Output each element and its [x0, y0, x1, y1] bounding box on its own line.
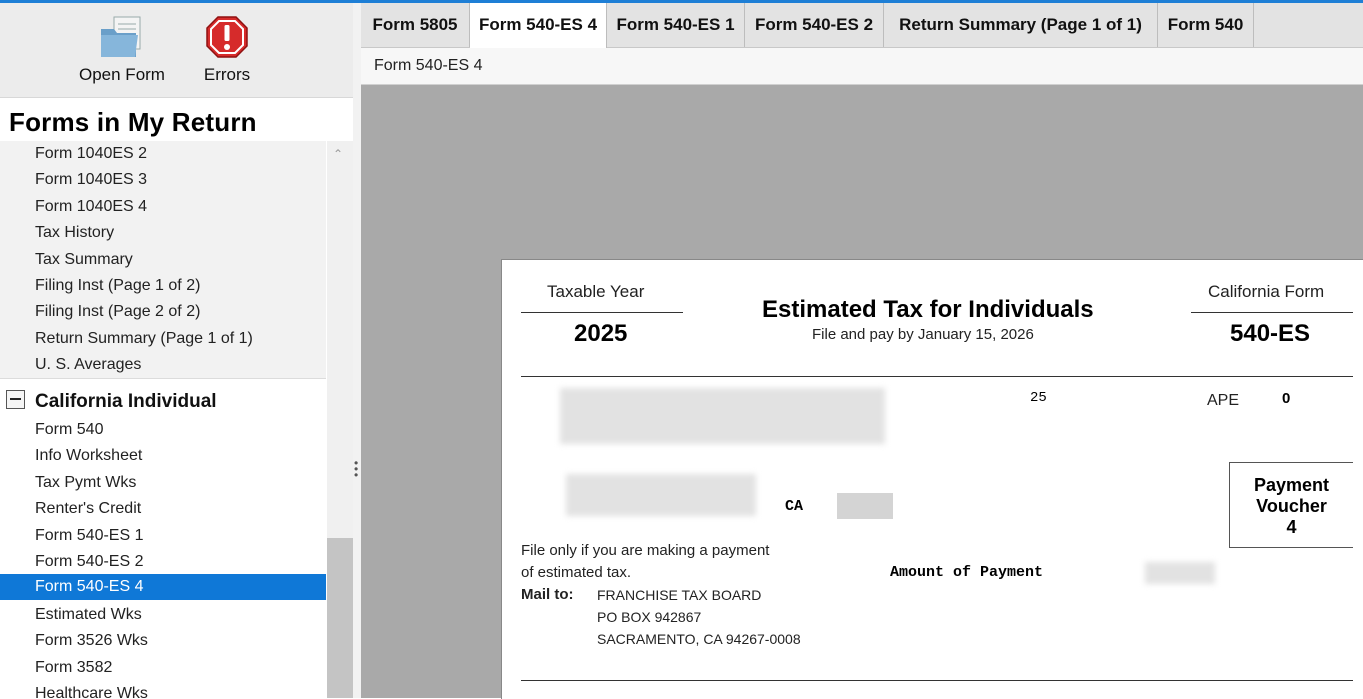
tree-item[interactable]: Form 540-ES 1	[35, 523, 143, 549]
voucher-line2: Voucher	[1256, 496, 1327, 516]
tree-item[interactable]: Form 540-ES 2	[35, 549, 143, 575]
payment-voucher-box: Payment Voucher 4	[1229, 462, 1353, 548]
tree-item[interactable]: Tax Pymt Wks	[35, 470, 136, 496]
ape-value: 0	[1282, 390, 1291, 407]
tree-item[interactable]: Tax History	[35, 220, 114, 246]
tree-item[interactable]: Tax Summary	[35, 247, 133, 273]
tree-item[interactable]: Info Worksheet	[35, 443, 142, 469]
scrollbar-thumb[interactable]	[327, 538, 353, 698]
tab-form-540-es-1[interactable]: Form 540-ES 1	[607, 3, 745, 47]
pane-splitter[interactable]	[353, 3, 361, 698]
tree-item[interactable]: Return Summary (Page 1 of 1)	[35, 326, 253, 352]
tree-item[interactable]: Healthcare Wks	[35, 681, 148, 698]
forms-panel-title: Forms in My Return	[9, 107, 257, 137]
form-number: 540-ES	[1230, 320, 1311, 347]
document-title-bar: Form 540-ES 4	[361, 48, 1363, 85]
mail-address-line2: PO BOX 942867	[597, 609, 702, 625]
voucher-number: 4	[1286, 517, 1297, 537]
folder-document-icon	[101, 16, 141, 57]
tab-form-540[interactable]: Form 540	[1158, 3, 1254, 47]
code-25: 25	[1030, 390, 1047, 406]
collapse-icon[interactable]	[6, 390, 25, 409]
taxable-year-label: Taxable Year	[547, 282, 645, 301]
mail-address-line3: SACRAMENTO, CA 94267-0008	[597, 631, 801, 647]
tax-year: 2025	[574, 320, 628, 347]
footer-rule	[521, 680, 1353, 681]
splitter-grip-icon[interactable]: • • •	[354, 457, 358, 481]
tab-form-540-es-2[interactable]: Form 540-ES 2	[745, 3, 884, 47]
group-california-individual[interactable]: California Individual	[6, 388, 217, 416]
tree-item[interactable]: Filing Inst (Page 2 of 2)	[35, 299, 200, 325]
tree-item[interactable]: Renter's Credit	[35, 496, 141, 522]
rule	[1191, 312, 1353, 313]
tree-item[interactable]: Form 1040ES 2	[35, 141, 147, 167]
form-tabs: Form 5805 Form 540-ES 4 Form 540-ES 1 Fo…	[361, 3, 1363, 48]
toolbar: Open Form Errors	[0, 3, 353, 98]
forms-tree: Form 1040ES 2 Form 1040ES 3 Form 1040ES …	[0, 141, 326, 698]
left-pane: Open Form Errors Forms in My Return Form…	[0, 3, 355, 698]
ape-label: APE	[1207, 392, 1240, 409]
open-form-label: Open Form	[79, 65, 165, 84]
tree-item[interactable]: Filing Inst (Page 1 of 2)	[35, 273, 200, 299]
header-rule	[521, 376, 1353, 377]
redacted-zip	[837, 493, 893, 519]
error-stop-icon	[206, 16, 248, 58]
document-title: Form 540-ES 4	[374, 57, 483, 74]
tree-item[interactable]: Form 540	[35, 417, 103, 443]
mail-to-label: Mail to:	[521, 586, 574, 603]
california-form-label: California Form	[1208, 282, 1325, 301]
document-area: Form 5805 Form 540-ES 4 Form 540-ES 1 Fo…	[361, 3, 1363, 699]
file-only-text-2: of estimated tax.	[521, 564, 632, 581]
form-subtitle: File and pay by January 15, 2026	[812, 326, 1034, 343]
tree-scrollbar[interactable]: ⌃	[327, 141, 353, 698]
errors-label: Errors	[203, 65, 251, 84]
file-only-text-1: File only if you are making a payment	[521, 542, 770, 559]
voucher-line1: Payment	[1253, 475, 1330, 495]
rule	[521, 312, 683, 313]
form-title: Estimated Tax for Individuals	[762, 296, 1094, 323]
chevron-up-icon[interactable]: ⌃	[333, 148, 347, 160]
tree-item[interactable]: Form 1040ES 3	[35, 167, 147, 193]
redacted-name	[560, 388, 885, 444]
amount-of-payment-label: Amount of Payment	[890, 564, 1044, 581]
state-code: CA	[785, 498, 804, 515]
tab-return-summary[interactable]: Return Summary (Page 1 of 1)	[884, 3, 1158, 47]
redacted-address	[566, 474, 756, 516]
group-label: California Individual	[35, 391, 217, 412]
tab-form-540-es-4[interactable]: Form 540-ES 4	[470, 3, 607, 48]
mail-address-line1: FRANCHISE TAX BOARD	[597, 587, 762, 603]
tree-item[interactable]: Estimated Wks	[35, 602, 142, 628]
tree-item[interactable]: Form 3526 Wks	[35, 628, 148, 654]
open-form-button[interactable]: Open Form	[72, 15, 172, 85]
redacted-amount	[1145, 562, 1215, 584]
tab-form-5805[interactable]: Form 5805	[361, 3, 470, 47]
tree-item[interactable]: U. S. Averages	[35, 352, 141, 378]
tree-item[interactable]: Form 3582	[35, 655, 112, 681]
tree-item-selected[interactable]: Form 540-ES 4	[35, 574, 143, 600]
form-page: Taxable Year 2025 Estimated Tax for Indi…	[501, 259, 1363, 699]
federal-group: Form 1040ES 2 Form 1040ES 3 Form 1040ES …	[0, 141, 326, 379]
tree-item[interactable]: Form 1040ES 4	[35, 194, 147, 220]
errors-button[interactable]: Errors	[195, 15, 259, 85]
